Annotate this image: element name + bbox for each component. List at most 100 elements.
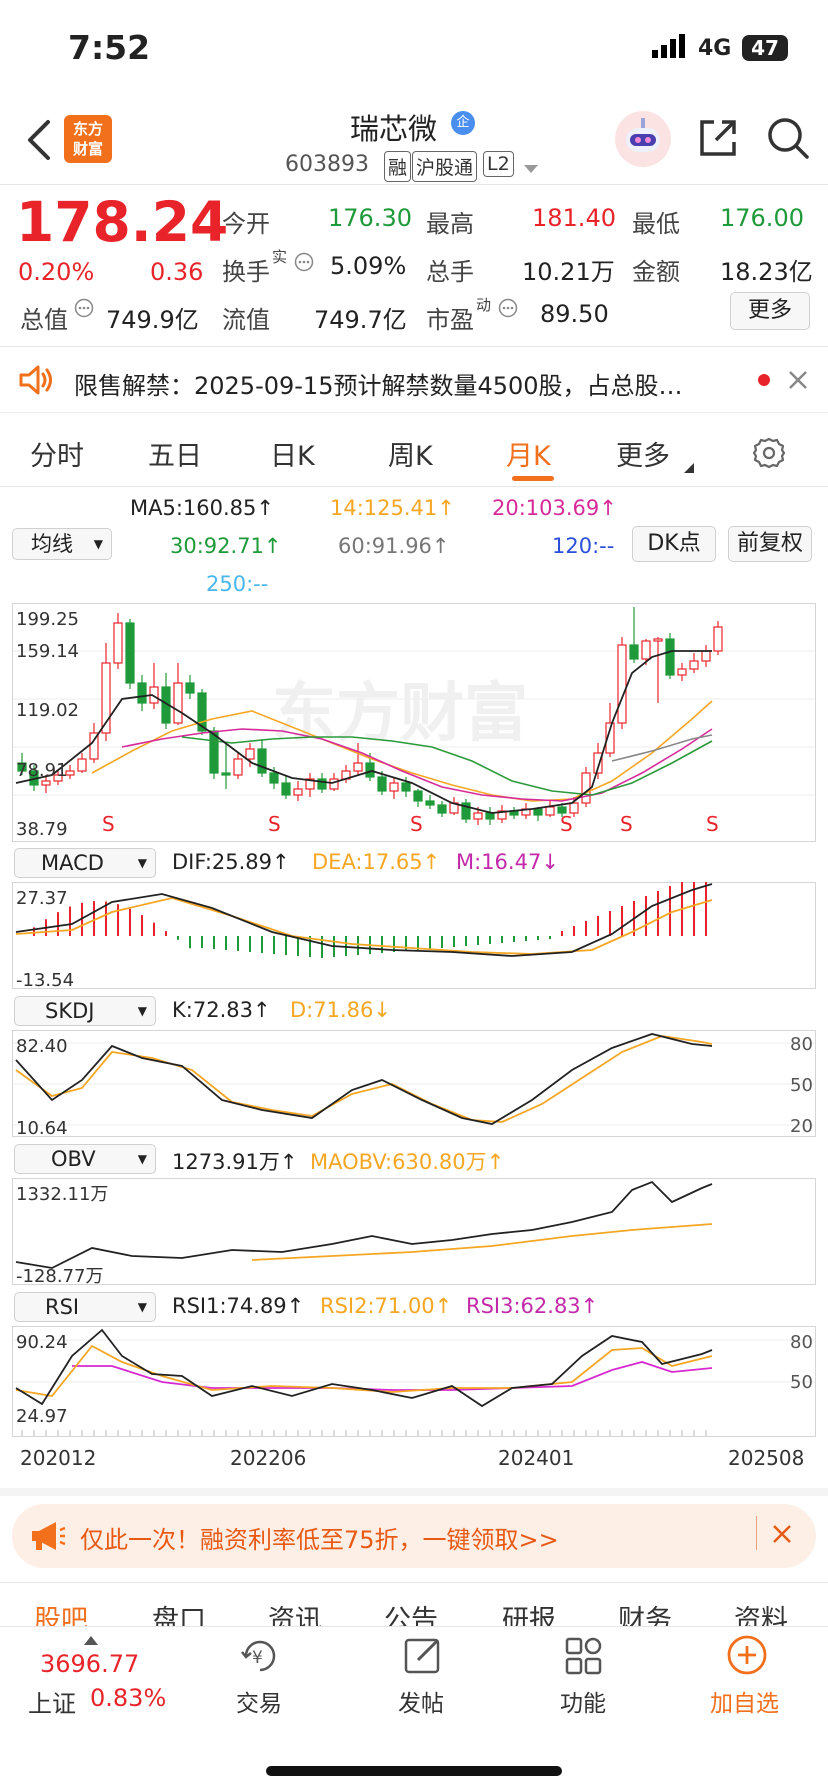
tab-weekly-k[interactable]: 周K bbox=[388, 434, 433, 473]
tab-intraday[interactable]: 分时 bbox=[30, 434, 84, 473]
x-tick-4: 202508 bbox=[728, 1446, 805, 1470]
macd-dropdown-label: MACD bbox=[41, 851, 104, 875]
candle-body bbox=[125, 622, 135, 684]
obv-value: 1273.91万↑ bbox=[172, 1150, 298, 1174]
tab-profile[interactable]: 资料 bbox=[734, 1598, 788, 1628]
back-icon[interactable] bbox=[24, 118, 54, 166]
macd-dropdown[interactable]: MACD ▼ bbox=[14, 848, 156, 878]
tag-margin: 融 bbox=[384, 151, 412, 182]
nav-post[interactable]: 发帖 bbox=[398, 1684, 444, 1718]
close-icon[interactable] bbox=[788, 370, 808, 394]
watermark: 东方财富 bbox=[272, 677, 528, 751]
candle-body bbox=[485, 812, 495, 820]
skdj-chart[interactable]: 82.40 10.64 80 50 20 bbox=[12, 1030, 816, 1138]
ma250-legend: 250:-- bbox=[206, 572, 269, 596]
info-icon[interactable] bbox=[74, 298, 94, 322]
nav-functions[interactable]: 功能 bbox=[560, 1684, 606, 1718]
more-button[interactable]: 更多 bbox=[730, 292, 810, 330]
tab-research[interactable]: 研报 bbox=[502, 1598, 556, 1628]
rsi3-line bbox=[72, 1361, 713, 1391]
caret-down-icon: ▼ bbox=[137, 1152, 147, 1166]
tab-five-day[interactable]: 五日 bbox=[148, 434, 202, 473]
candlestick-chart[interactable]: 东方财富 199.25 159.14 119.02 78.91 38.79 S S… bbox=[12, 603, 816, 843]
x-tick-2: 202206 bbox=[230, 1446, 307, 1470]
gear-icon[interactable] bbox=[752, 436, 786, 474]
y-tick-4: 78.91 bbox=[16, 760, 68, 781]
candle-body bbox=[221, 772, 231, 776]
rsi1-value: RSI1:74.89↑ bbox=[172, 1294, 305, 1318]
time-axis-ticks bbox=[21, 1430, 707, 1436]
ma-dropdown[interactable]: 均线 ▼ bbox=[12, 528, 112, 560]
ma60-legend: 60:91.96↑ bbox=[338, 534, 450, 558]
home-indicator bbox=[266, 1766, 562, 1776]
candle-body bbox=[77, 758, 87, 772]
candle-body bbox=[269, 772, 279, 784]
skdj-level-50: 50 bbox=[790, 1075, 813, 1096]
info-icon[interactable] bbox=[294, 252, 314, 276]
nav-trade[interactable]: 交易 bbox=[236, 1684, 282, 1718]
skdj-level-80: 80 bbox=[790, 1034, 813, 1055]
stock-name: 瑞芯微 bbox=[350, 112, 438, 146]
functions-grid-icon[interactable] bbox=[564, 1636, 604, 1680]
skdj-dropdown[interactable]: SKDJ ▼ bbox=[14, 996, 156, 1026]
edit-post-icon[interactable] bbox=[402, 1634, 444, 1680]
tab-pankou[interactable]: 盘口 bbox=[152, 1598, 206, 1628]
candle-body bbox=[365, 762, 375, 778]
tab-news[interactable]: 资讯 bbox=[268, 1598, 322, 1628]
info-icon[interactable] bbox=[498, 298, 518, 322]
macd-chart[interactable]: 27.37 -13.54 bbox=[12, 882, 816, 990]
index-value[interactable]: 3696.77 bbox=[40, 1650, 139, 1678]
mktcap-value: 749.9亿 bbox=[106, 306, 199, 334]
candle-body bbox=[377, 776, 387, 792]
notice-text[interactable]: 限售解禁：2025-09-15预计解禁数量4500股，占总股… bbox=[74, 366, 744, 401]
tab-more[interactable]: 更多 bbox=[616, 434, 670, 473]
rsi-dropdown[interactable]: RSI ▼ bbox=[14, 1292, 156, 1322]
candle-body bbox=[245, 748, 255, 760]
candle-body bbox=[173, 682, 183, 724]
adjust-button[interactable]: 前复权 bbox=[728, 526, 812, 562]
change-amount: 0.36 bbox=[150, 258, 204, 286]
high-label: 最高 bbox=[426, 210, 474, 238]
candle-body bbox=[113, 622, 123, 664]
chevron-down-icon[interactable] bbox=[524, 160, 538, 179]
tab-guba[interactable]: 股吧 bbox=[34, 1598, 88, 1628]
candle-body bbox=[353, 762, 363, 772]
low-value: 176.00 bbox=[720, 204, 804, 232]
rsi3-value: RSI3:62.83↑ bbox=[466, 1294, 599, 1318]
candle-body bbox=[545, 806, 555, 816]
rsi-axis-bottom: 24.97 bbox=[16, 1406, 68, 1427]
caret-down-icon: ▼ bbox=[137, 856, 147, 870]
obv-dropdown[interactable]: OBV ▼ bbox=[14, 1144, 156, 1174]
ma5-legend: MA5:160.85↑ bbox=[130, 496, 274, 520]
ma20-legend: 20:103.69↑ bbox=[492, 496, 617, 520]
tab-announcements[interactable]: 公告 bbox=[384, 1598, 438, 1628]
index-change[interactable]: 0.83% bbox=[90, 1684, 166, 1712]
rsi-chart[interactable]: 90.24 24.97 80 50 bbox=[12, 1326, 816, 1438]
rsi-dropdown-label: RSI bbox=[45, 1295, 80, 1319]
candle-body bbox=[425, 800, 435, 806]
maobv-line bbox=[251, 1223, 713, 1261]
close-icon[interactable] bbox=[772, 1524, 792, 1548]
obv-chart[interactable]: 1332.11万 -128.77万 bbox=[12, 1178, 816, 1286]
robot-assistant-icon[interactable] bbox=[614, 110, 672, 172]
promo-text[interactable]: 仅此一次！融资利率低至75折，一键领取>> bbox=[80, 1520, 559, 1555]
candle-body bbox=[629, 644, 639, 660]
speaker-icon bbox=[18, 364, 54, 400]
turnover-label: 换手 bbox=[222, 258, 270, 286]
caret-up-icon bbox=[84, 1630, 98, 1649]
tab-daily-k[interactable]: 日K bbox=[270, 434, 315, 473]
index-name[interactable]: 上证 bbox=[28, 1684, 76, 1719]
status-time: 7:52 bbox=[68, 28, 151, 67]
share-icon[interactable] bbox=[696, 116, 740, 164]
tab-monthly-k[interactable]: 月K bbox=[506, 434, 551, 473]
network-label: 4G bbox=[698, 36, 732, 61]
add-circle-icon[interactable] bbox=[726, 1634, 768, 1680]
skdj-level-20: 20 bbox=[790, 1116, 813, 1137]
tag-connect: 沪股通 bbox=[412, 151, 478, 182]
trade-icon[interactable]: ¥ bbox=[238, 1636, 282, 1680]
nav-add-watchlist[interactable]: 加自选 bbox=[710, 1684, 779, 1718]
search-icon[interactable] bbox=[766, 116, 810, 164]
tab-finance[interactable]: 财务 bbox=[618, 1598, 672, 1628]
dk-point-button[interactable]: DK点 bbox=[632, 526, 716, 562]
skdj-axis-bottom: 10.64 bbox=[16, 1118, 68, 1138]
